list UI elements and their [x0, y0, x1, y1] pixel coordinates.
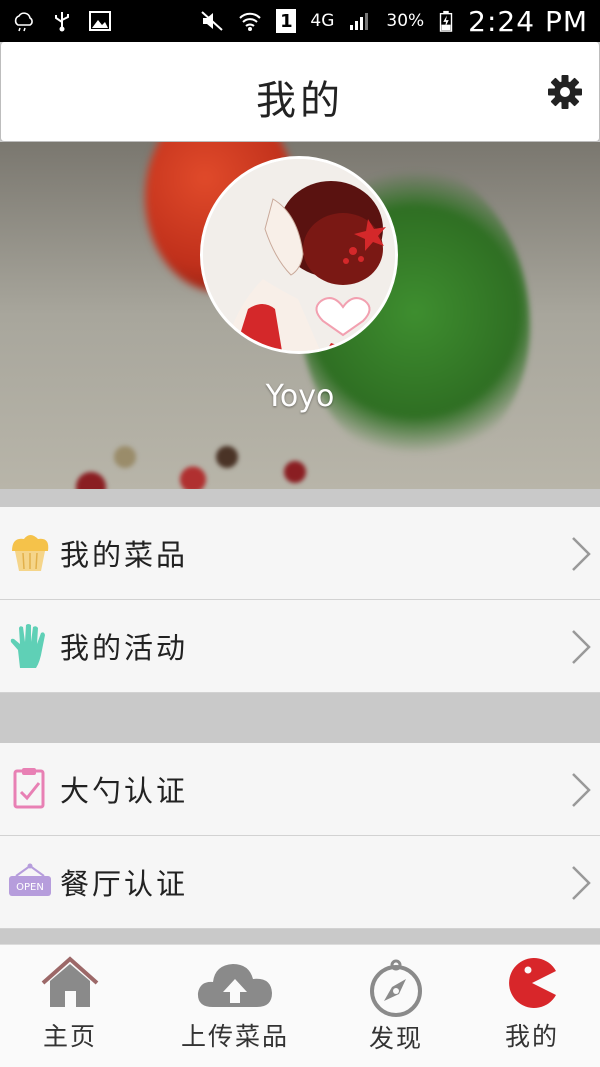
wifi-icon — [239, 12, 262, 31]
cupcake-icon — [12, 535, 49, 571]
gear-icon[interactable] — [547, 74, 583, 110]
chevron-right-icon — [572, 630, 591, 664]
usb-icon — [55, 12, 69, 32]
chevron-right-icon — [572, 866, 591, 900]
chevron-right-icon — [572, 773, 591, 807]
menu-item-label: 我的活动 — [60, 631, 189, 665]
signal-icon — [350, 13, 369, 30]
status-left — [12, 10, 112, 32]
bottom-tab-bar: 主页 上传菜品 发现 我的 — [0, 944, 600, 1067]
mute-icon — [201, 11, 224, 31]
clipboard-check-icon — [13, 768, 45, 809]
menu-item-label: 大勺认证 — [60, 774, 189, 808]
clock: 2:24 PM — [468, 4, 588, 38]
battery-percent: 30% — [386, 11, 425, 31]
username: Yoyo — [265, 379, 335, 414]
avatar-illustration — [203, 159, 395, 351]
hand-icon — [10, 624, 46, 668]
background-peppers — [40, 442, 380, 489]
home-icon — [41, 956, 99, 1007]
tab-upload-dish[interactable]: 上传菜品 — [180, 945, 290, 1067]
battery-icon — [439, 10, 453, 32]
tab-discover[interactable]: 发现 — [356, 945, 436, 1067]
chevron-right-icon — [572, 537, 591, 571]
menu-item-restaurant-certification[interactable]: OPEN 餐厅认证 — [0, 836, 600, 929]
menu-item-my-activities[interactable]: 我的活动 — [0, 600, 600, 693]
tab-label: 发现 — [368, 1024, 423, 1053]
page-title: 我的 — [256, 78, 344, 124]
image-icon — [89, 11, 111, 31]
menu-item-my-dishes[interactable]: 我的菜品 — [0, 507, 600, 600]
profile-banner: Yoyo — [0, 142, 600, 489]
open-sign-icon: OPEN — [9, 863, 51, 896]
status-bar: 1 4G 30% 2:24 PM — [0, 0, 600, 42]
tab-mine[interactable]: 我的 — [492, 945, 572, 1067]
tab-home[interactable]: 主页 — [30, 945, 110, 1067]
top-bar: 我的 — [0, 42, 600, 142]
menu-item-label: 餐厅认证 — [60, 867, 189, 901]
network-type: 4G — [310, 11, 335, 31]
tab-label: 我的 — [504, 1022, 559, 1051]
status-right: 1 4G 30% 2:24 PM — [200, 5, 588, 38]
tab-label: 上传菜品 — [180, 1022, 289, 1051]
tab-label: 主页 — [42, 1022, 97, 1051]
pacman-icon — [509, 958, 556, 1008]
sim-badge: 1 — [276, 9, 297, 33]
menu-item-chef-certification[interactable]: 大勺认证 — [0, 743, 600, 836]
open-sign-text: OPEN — [16, 882, 44, 893]
cloud-upload-icon — [197, 964, 272, 1007]
cloud-icon — [14, 12, 33, 32]
compass-icon — [370, 959, 422, 1017]
avatar[interactable] — [200, 156, 398, 354]
menu-item-label: 我的菜品 — [60, 538, 189, 572]
